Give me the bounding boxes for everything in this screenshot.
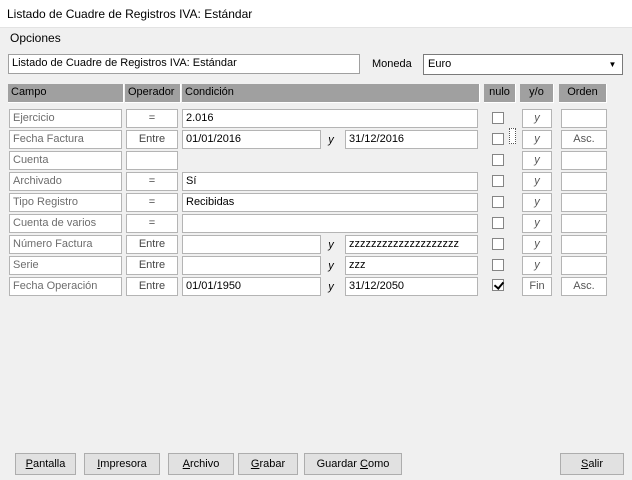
row-condition-2[interactable]: zzzzzzzzzzzzzzzzzzzz <box>345 235 478 254</box>
row-yo[interactable]: Fin <box>522 277 552 296</box>
row-yo[interactable]: y <box>522 109 552 128</box>
row-campo: Fecha Factura <box>9 130 122 149</box>
pantalla-button[interactable]: Pantalla <box>15 453 76 475</box>
report-title-input[interactable]: Listado de Cuadre de Registros IVA: Está… <box>8 54 360 74</box>
row-orden[interactable] <box>561 235 607 254</box>
header-operador: Operador <box>125 84 181 103</box>
row-yo[interactable]: y <box>522 235 552 254</box>
row-orden[interactable] <box>561 172 607 191</box>
row-nulo-checkbox[interactable] <box>492 259 504 271</box>
row-connector: y <box>328 134 334 146</box>
currency-select-value: Euro <box>428 58 452 70</box>
chevron-down-icon[interactable]: ▼ <box>604 56 621 73</box>
salir-label-rest: alir <box>588 458 603 470</box>
row-nulo-checkbox[interactable] <box>492 196 504 208</box>
row-yo[interactable]: y <box>522 214 552 233</box>
row-connector: y <box>328 260 334 272</box>
row-yo[interactable]: y <box>522 256 552 275</box>
row-condition-1[interactable]: 2.016 <box>182 109 478 128</box>
row-condition-1[interactable] <box>182 256 321 275</box>
header-yo: y/o <box>520 84 554 103</box>
row-spin-handle[interactable] <box>509 128 516 144</box>
row-condition-2[interactable]: 31/12/2050 <box>345 277 478 296</box>
header-campo: Campo <box>8 84 124 103</box>
row-operador[interactable]: = <box>126 109 178 128</box>
guardar-como-mnemonic: C <box>360 458 368 470</box>
row-operador[interactable]: = <box>126 214 178 233</box>
row-condition-1[interactable] <box>182 235 321 254</box>
row-condition-1[interactable]: Recibidas <box>182 193 478 212</box>
row-campo: Ejercicio <box>9 109 122 128</box>
row-campo: Fecha Operación <box>9 277 122 296</box>
row-campo: Archivado <box>9 172 122 191</box>
grabar-label-rest: rabar <box>259 458 286 470</box>
row-condition-1[interactable] <box>182 214 478 233</box>
row-condition-2[interactable]: 31/12/2016 <box>345 130 478 149</box>
window-title: Listado de Cuadre de Registros IVA: Está… <box>7 7 253 21</box>
row-orden[interactable]: Asc. <box>561 130 607 149</box>
row-campo: Cuenta de varios <box>9 214 122 233</box>
row-yo[interactable]: y <box>522 130 552 149</box>
pantalla-mnemonic: P <box>25 458 33 470</box>
pantalla-label-rest: antalla <box>32 458 66 470</box>
row-orden[interactable] <box>561 193 607 212</box>
row-nulo-checkbox-checked[interactable] <box>492 279 504 291</box>
salir-button[interactable]: Salir <box>560 453 624 475</box>
header-nulo: nulo <box>484 84 516 103</box>
row-nulo-checkbox[interactable] <box>492 154 504 166</box>
row-operador[interactable]: Entre <box>126 277 178 296</box>
guardar-como-label-rest: omo <box>367 458 390 470</box>
row-campo: Tipo Registro <box>9 193 122 212</box>
row-operador[interactable]: Entre <box>126 256 178 275</box>
row-campo: Número Factura <box>9 235 122 254</box>
row-yo[interactable]: y <box>522 172 552 191</box>
row-condition-1[interactable]: 01/01/1950 <box>182 277 321 296</box>
archivo-label-rest: rchivo <box>190 458 220 470</box>
row-operador[interactable]: = <box>126 172 178 191</box>
currency-label: Moneda <box>372 58 412 70</box>
row-orden[interactable] <box>561 109 607 128</box>
header-orden: Orden <box>559 84 607 103</box>
archivo-mnemonic: A <box>182 458 190 470</box>
row-campo: Cuenta <box>9 151 122 170</box>
row-nulo-checkbox[interactable] <box>492 133 504 145</box>
row-connector: y <box>328 239 334 251</box>
row-orden[interactable] <box>561 151 607 170</box>
impresora-label-rest: mpresora <box>100 458 147 470</box>
row-operador[interactable]: Entre <box>126 235 178 254</box>
guardar-como-button[interactable]: Guardar Como <box>304 453 402 475</box>
row-campo: Serie <box>9 256 122 275</box>
row-condition-1[interactable]: 01/01/2016 <box>182 130 321 149</box>
header-condicion: Condición <box>182 84 480 103</box>
row-connector: y <box>328 281 334 293</box>
row-yo[interactable]: y <box>522 151 552 170</box>
row-nulo-checkbox[interactable] <box>492 238 504 250</box>
row-orden[interactable]: Asc. <box>561 277 607 296</box>
archivo-button[interactable]: Archivo <box>168 453 234 475</box>
row-nulo-checkbox[interactable] <box>492 217 504 229</box>
guardar-como-label-pre: Guardar <box>316 458 361 470</box>
row-nulo-checkbox[interactable] <box>492 112 504 124</box>
row-condition-2[interactable]: zzz <box>345 256 478 275</box>
row-orden[interactable] <box>561 214 607 233</box>
row-condition-1[interactable]: Sí <box>182 172 478 191</box>
menu-bar: Opciones <box>0 28 632 48</box>
row-operador[interactable] <box>126 151 178 170</box>
impresora-button[interactable]: Impresora <box>84 453 160 475</box>
row-nulo-checkbox[interactable] <box>492 175 504 187</box>
row-orden[interactable] <box>561 256 607 275</box>
row-yo[interactable]: y <box>522 193 552 212</box>
menu-opciones[interactable]: Opciones <box>10 31 61 45</box>
row-operador[interactable]: Entre <box>126 130 178 149</box>
currency-select[interactable]: Euro ▼ <box>423 54 623 75</box>
title-bar: Listado de Cuadre de Registros IVA: Está… <box>0 0 632 28</box>
grabar-button[interactable]: Grabar <box>238 453 298 475</box>
row-operador[interactable]: = <box>126 193 178 212</box>
